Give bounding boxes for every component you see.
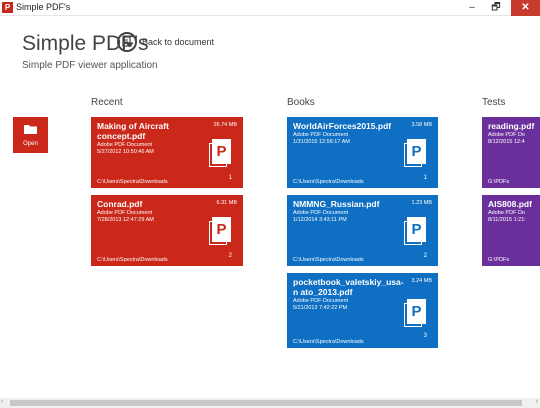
pdf-icon: P xyxy=(404,299,426,327)
file-index: 1 xyxy=(423,175,427,181)
section-title-books: Books xyxy=(287,97,315,108)
file-date: 5/27/2012 10:50:46 AM xyxy=(97,149,154,155)
section-title-tests: Tests xyxy=(482,97,506,108)
back-to-document-label: Back to document xyxy=(142,37,215,47)
open-label: Open xyxy=(23,141,38,147)
window-title: Simple PDF's xyxy=(16,2,71,12)
file-size: 6.31 MB xyxy=(216,200,237,206)
file-date: 8/12/2015 12:4 xyxy=(488,139,525,145)
file-size: 3.58 MB xyxy=(411,122,432,128)
file-name: WorldAirForces2015.pdf xyxy=(293,121,392,131)
file-type: Adobe PDF Do xyxy=(488,210,525,216)
pdf-icon: P xyxy=(404,217,426,245)
minimize-button[interactable]: – xyxy=(462,0,482,16)
book-tile[interactable]: WorldAirForces2015.pdf 3.58 MB Adobe PDF… xyxy=(287,117,438,188)
file-type: Adobe PDF Document xyxy=(293,210,349,216)
file-type: Adobe PDF Document xyxy=(293,132,349,138)
file-path: C:\Users\Spectra\Downloads xyxy=(293,339,364,345)
file-path: C:\Users\Spectra\Downloads xyxy=(293,179,364,185)
file-path: C:\Users\Spectra\Downloads xyxy=(293,257,364,263)
file-name: Making of Aircraft concept.pdf xyxy=(97,121,169,141)
folder-icon xyxy=(24,125,37,134)
window-titlebar: P Simple PDF's – 🗗 ✕ xyxy=(0,0,540,16)
book-tile[interactable]: pocketbook_valetskiy_usa-n ato_2013.pdf … xyxy=(287,273,438,348)
file-path: C:\Users\Spectra\Downloads xyxy=(97,257,168,263)
app-icon: P xyxy=(2,2,13,13)
section-title-recent: Recent xyxy=(91,97,123,108)
app-subtitle: Simple PDF viewer application xyxy=(22,60,158,71)
recent-tile[interactable]: Making of Aircraft concept.pdf 26.74 MB … xyxy=(91,117,243,188)
pdf-icon: P xyxy=(209,217,231,245)
test-tile[interactable]: reading.pdf Adobe PDF Do 8/12/2015 12:4 … xyxy=(482,117,540,188)
horizontal-scrollbar[interactable]: ‹ › xyxy=(0,398,540,408)
test-tile[interactable]: AIS808.pdf Adobe PDF Do 8/11/2015 1:21: … xyxy=(482,195,540,266)
file-date: 5/21/2013 7:42:22 PM xyxy=(293,305,348,311)
pdf-icon: P xyxy=(209,139,231,167)
maximize-button[interactable]: 🗗 xyxy=(486,0,506,16)
file-date: 1/31/2015 12:56:17 AM xyxy=(293,139,350,145)
file-name: NMMNG_Russian.pdf xyxy=(293,199,380,209)
file-index: 3 xyxy=(423,333,427,339)
file-path: G:\PDFs xyxy=(488,257,510,263)
file-type: Adobe PDF Document xyxy=(293,298,349,304)
file-index: 1 xyxy=(228,175,232,181)
book-tile[interactable]: NMMNG_Russian.pdf 1.23 MB Adobe PDF Docu… xyxy=(287,195,438,266)
open-file-tile[interactable]: Open xyxy=(13,117,48,153)
pdf-icon: P xyxy=(404,139,426,167)
file-type: Adobe PDF Do xyxy=(488,132,525,138)
recent-tile[interactable]: Conrad.pdf 6.31 MB Adobe PDF Document 7/… xyxy=(91,195,243,266)
file-name: reading.pdf xyxy=(488,121,535,131)
file-path: G:\PDFs xyxy=(488,179,510,185)
document-back-icon xyxy=(117,32,137,52)
file-type: Adobe PDF Document xyxy=(97,142,153,148)
file-date: 7/28/2013 12:47:29 AM xyxy=(97,217,154,223)
file-size: 26.74 MB xyxy=(213,122,237,128)
file-type: Adobe PDF Document xyxy=(97,210,153,216)
file-size: 3.24 MB xyxy=(411,278,432,284)
file-index: 2 xyxy=(228,253,232,259)
file-date: 1/12/2014 3:43:11 PM xyxy=(293,217,347,223)
scroll-right-icon[interactable]: › xyxy=(536,398,538,405)
scroll-left-icon[interactable]: ‹ xyxy=(1,398,3,405)
back-to-document-button[interactable]: Back to document xyxy=(117,30,214,54)
file-name: pocketbook_valetskiy_usa-n ato_2013.pdf xyxy=(293,277,404,297)
file-path: C:\Users\Spectra\Downloads xyxy=(97,179,168,185)
file-size: 1.23 MB xyxy=(411,200,432,206)
scrollbar-thumb[interactable] xyxy=(10,400,522,406)
close-button[interactable]: ✕ xyxy=(511,0,540,16)
file-index: 2 xyxy=(423,253,427,259)
file-date: 8/11/2015 1:21: xyxy=(488,217,526,223)
file-name: Conrad.pdf xyxy=(97,199,143,209)
file-name: AIS808.pdf xyxy=(488,199,532,209)
